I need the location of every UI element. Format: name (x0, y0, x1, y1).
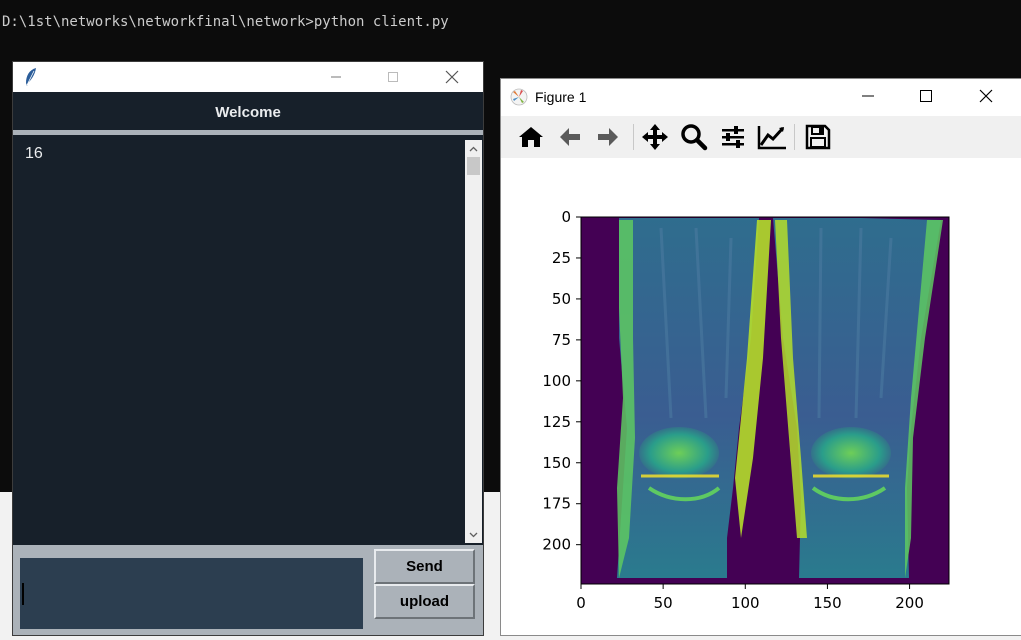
pan-icon (642, 124, 668, 150)
y-tick-label: 50 (552, 290, 571, 308)
maximize-button[interactable] (370, 62, 416, 92)
save-button[interactable] (801, 120, 835, 154)
x-tick-label: 50 (654, 594, 673, 612)
x-tick-label: 200 (895, 594, 924, 612)
chevron-down-icon (469, 532, 478, 537)
y-tick-label: 0 (561, 208, 571, 226)
y-tick-label: 125 (542, 413, 571, 431)
welcome-header: Welcome (13, 92, 483, 132)
edit-axis-icon (757, 126, 786, 150)
image-plot: 0 50 100 150 200 0 25 50 75 100 125 150 175 200 (542, 208, 950, 612)
minimize-icon (862, 95, 874, 97)
y-tick-label: 200 (542, 536, 571, 554)
zoom-icon (681, 124, 708, 151)
close-icon (445, 70, 459, 84)
figure-canvas[interactable]: 0 50 100 150 200 0 25 50 75 100 125 150 175 200 (501, 158, 1021, 635)
scroll-thumb[interactable] (467, 157, 480, 175)
figure-maximize-button[interactable] (903, 81, 949, 111)
message-input[interactable] (20, 558, 363, 629)
y-axis: 0 25 50 75 100 125 150 175 200 (542, 208, 581, 554)
save-icon (805, 124, 831, 150)
configure-subplots-button[interactable] (716, 120, 750, 154)
configure-subplots-icon (722, 126, 744, 148)
mri-image (581, 217, 949, 584)
console-prompt-line: D:\1st\networks\networkfinal\network>pyt… (2, 14, 449, 30)
chat-message: 16 (25, 145, 43, 162)
matplotlib-logo-icon (510, 88, 528, 106)
home-icon (519, 127, 543, 147)
input-panel: Send upload (13, 545, 483, 635)
upload-button[interactable]: upload (374, 584, 475, 619)
maximize-icon (388, 72, 398, 82)
figure-close-button[interactable] (963, 81, 1009, 111)
chat-titlebar[interactable] (13, 62, 483, 92)
minimize-icon (331, 76, 341, 78)
x-tick-label: 0 (576, 594, 586, 612)
text-caret (22, 583, 24, 605)
scroll-up-button[interactable] (465, 140, 482, 157)
forward-button[interactable] (591, 120, 625, 154)
x-axis: 0 50 100 150 200 (576, 584, 924, 612)
chat-log[interactable]: 16 (13, 137, 465, 545)
maximize-icon (920, 90, 932, 102)
feather-icon (26, 68, 36, 86)
close-button[interactable] (429, 62, 475, 92)
edit-axis-button[interactable] (755, 120, 789, 154)
y-tick-label: 25 (552, 249, 571, 267)
chat-scrollbar[interactable] (465, 140, 482, 543)
back-button[interactable] (553, 120, 587, 154)
figure-titlebar[interactable]: Figure 1 (501, 79, 1021, 116)
y-tick-label: 150 (542, 454, 571, 472)
toolbar-separator (633, 124, 634, 150)
minimize-button[interactable] (313, 62, 359, 92)
x-tick-label: 100 (731, 594, 760, 612)
figure-window: Figure 1 0 50 100 150 200 0 25 50 75 100… (501, 79, 1021, 635)
scroll-down-button[interactable] (465, 526, 482, 543)
chevron-up-icon (469, 146, 478, 151)
pan-button[interactable] (638, 120, 672, 154)
y-tick-label: 175 (542, 495, 571, 513)
zoom-button[interactable] (677, 120, 711, 154)
figure-minimize-button[interactable] (845, 81, 891, 111)
header-divider (13, 130, 483, 135)
forward-icon (598, 128, 618, 146)
close-icon (979, 89, 993, 103)
send-button[interactable]: Send (374, 549, 475, 584)
figure-title: Figure 1 (535, 89, 587, 105)
back-icon (560, 128, 580, 146)
y-tick-label: 100 (542, 372, 571, 390)
y-tick-label: 75 (552, 331, 571, 349)
figure-toolbar (501, 116, 1021, 158)
home-button[interactable] (514, 120, 548, 154)
x-tick-label: 150 (813, 594, 842, 612)
toolbar-separator (794, 124, 795, 150)
chat-client-window: Welcome 16 Send upload (13, 62, 483, 635)
